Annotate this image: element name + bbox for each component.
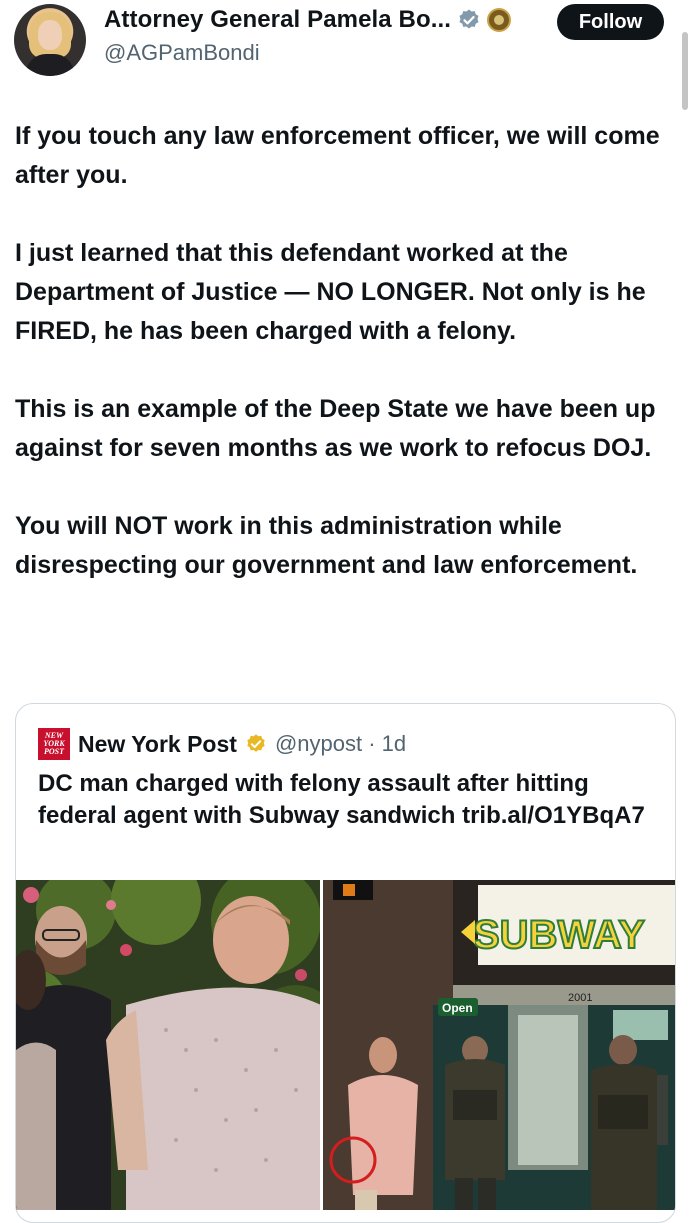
tweet-header: Attorney General Pamela Bo... @AGPamBond… (0, 0, 691, 110)
quoted-post[interactable]: NEW YORK POST New York Post @nypost · 1d… (15, 703, 676, 1223)
verified-badge-icon (459, 9, 479, 29)
address-sign: 2001 (568, 992, 592, 1004)
tweet-paragraph: I just learned that this defendant worke… (15, 239, 646, 345)
follow-button[interactable]: Follow (557, 4, 664, 40)
photo-right[interactable]: SUBWAY 2001 Open (323, 880, 675, 1210)
tweet-paragraph: If you touch any law enforcement officer… (15, 122, 660, 189)
quoted-post-header: NEW YORK POST New York Post @nypost · 1d (38, 728, 406, 760)
open-sign: Open (442, 1001, 473, 1015)
quoted-author-name[interactable]: New York Post (78, 731, 237, 758)
doj-seal-icon (487, 8, 512, 32)
photo-left-scene (16, 880, 320, 1210)
gold-verified-badge-icon (247, 734, 265, 752)
author-handle[interactable]: @AGPamBondi (104, 40, 260, 66)
tweet-paragraph: You will NOT work in this administration… (15, 512, 638, 579)
tweet-paragraph: This is an example of the Deep State we … (15, 395, 656, 462)
tweet-text: If you touch any law enforcement officer… (15, 117, 675, 624)
photo-right-scene: SUBWAY 2001 Open (323, 880, 675, 1210)
quoted-post-text: DC man charged with felony assault after… (38, 770, 645, 829)
photo-left[interactable] (16, 880, 320, 1210)
avatar[interactable] (14, 4, 86, 76)
scrollbar[interactable] (682, 32, 688, 110)
quoted-handle-time[interactable]: @nypost · 1d (275, 731, 406, 757)
nypost-logo: NEW YORK POST (38, 728, 70, 760)
subway-sign: SUBWAY (473, 913, 645, 957)
author-display-name[interactable]: Attorney General Pamela Bo... (104, 6, 451, 34)
author-name-row: Attorney General Pamela Bo... (104, 6, 512, 34)
